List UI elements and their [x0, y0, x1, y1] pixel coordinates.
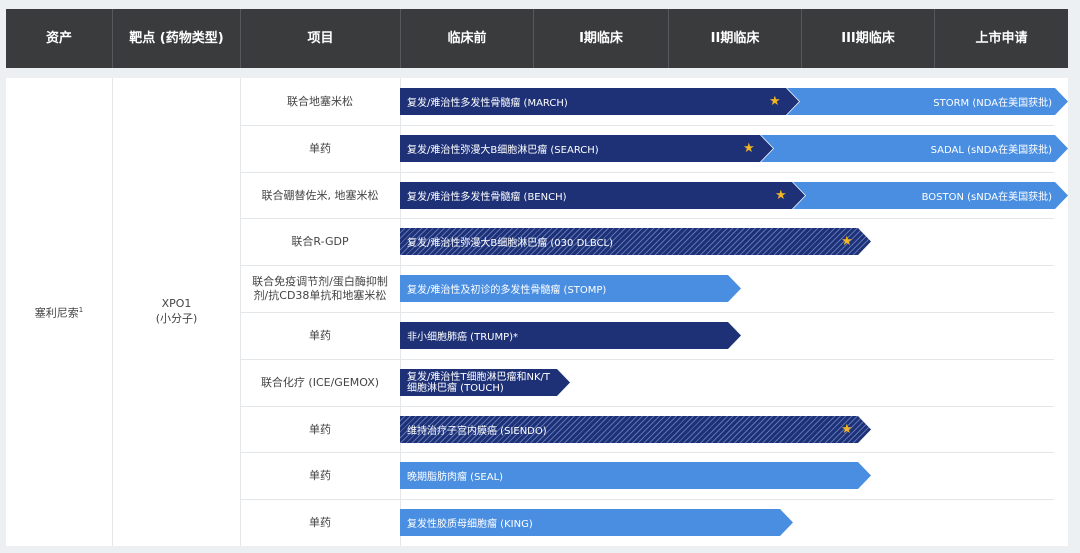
- indication-bar: 复发/难治性T细胞淋巴瘤和NK/T细胞淋巴瘤 (TOUCH): [400, 369, 570, 396]
- header-phase3: III期临床: [841, 31, 895, 46]
- project-label: 联合硼替佐米, 地塞米松: [261, 188, 379, 202]
- project-label: 联合化疗 (ICE/GEMOX): [260, 375, 380, 389]
- indication-bar: 复发性胶质母细胞瘤 (KING): [400, 509, 793, 536]
- project-label: 联合地塞米松: [287, 94, 353, 108]
- milestone-star-icon: ★: [775, 188, 787, 203]
- asset-footnote: 1: [78, 306, 84, 314]
- approval-extension-bar: STORM (NDA在美国获批): [787, 88, 1068, 115]
- indication-bar: 复发/难治性多发性骨髓瘤 (BENCH): [400, 182, 805, 209]
- milestone-star-icon: ★: [769, 94, 781, 109]
- milestone-star-icon: ★: [841, 422, 853, 437]
- project-label: 单药: [309, 515, 331, 529]
- project-label: 单药: [309, 468, 331, 482]
- indication-bar: 复发/难治性多发性骨髓瘤 (MARCH): [400, 88, 799, 115]
- header-preclinical: 临床前: [447, 31, 487, 46]
- header-phase1: I期临床: [579, 31, 623, 46]
- indication-bar: 非小细胞肺癌 (TRUMP)*: [400, 322, 741, 349]
- milestone-star-icon: ★: [743, 141, 755, 156]
- indication-bar: 复发/难治性弥漫大B细胞淋巴瘤 (030 DLBCL): [400, 228, 871, 255]
- milestone-star-icon: ★: [841, 234, 853, 249]
- target-cell: XPO1 (小分子): [113, 296, 240, 326]
- project-label: 单药: [309, 141, 331, 155]
- asset-cell: 塞利尼索1: [6, 303, 112, 321]
- header-target: 靶点 (药物类型): [129, 31, 224, 46]
- project-label: 单药: [309, 422, 331, 436]
- indication-bar: 晚期脂肪肉瘤 (SEAL): [400, 462, 871, 489]
- project-label: 单药: [309, 328, 331, 342]
- header-asset: 资产: [45, 31, 72, 46]
- indication-bar: 复发/难治性及初诊的多发性骨髓瘤 (STOMP): [400, 275, 741, 302]
- pipeline-table: 资产 靶点 (药物类型) 项目 临床前 I期临床 II期临床 III期临床 上市…: [0, 0, 1080, 553]
- table-body: 塞利尼索1 XPO1 (小分子) 联合地塞米松 STORM (NDA在美国获批) 复…: [6, 78, 1068, 546]
- table-header: 资产 靶点 (药物类型) 项目 临床前 I期临床 II期临床 III期临床 上市…: [6, 9, 1068, 68]
- approval-extension-bar: BOSTON (sNDA在美国获批): [793, 182, 1068, 209]
- header-nda: 上市申请: [975, 31, 1028, 46]
- target-name: XPO1: [161, 297, 192, 310]
- header-phase2: II期临床: [710, 31, 760, 46]
- asset-name: 塞利尼索: [34, 306, 79, 320]
- indication-bar: 维持治疗子宫内膜癌 (SIENDO): [400, 416, 871, 443]
- target-type: (小分子): [155, 312, 198, 325]
- header-project: 项目: [307, 31, 334, 46]
- project-label: 联合免疫调节剂/蛋白酶抑制剂/抗CD38单抗和地塞米松: [252, 274, 388, 302]
- project-label: 联合R-GDP: [291, 234, 349, 248]
- approval-extension-bar: SADAL (sNDA在美国获批): [761, 135, 1068, 162]
- indication-bar: 复发/难治性弥漫大B细胞淋巴瘤 (SEARCH): [400, 135, 773, 162]
